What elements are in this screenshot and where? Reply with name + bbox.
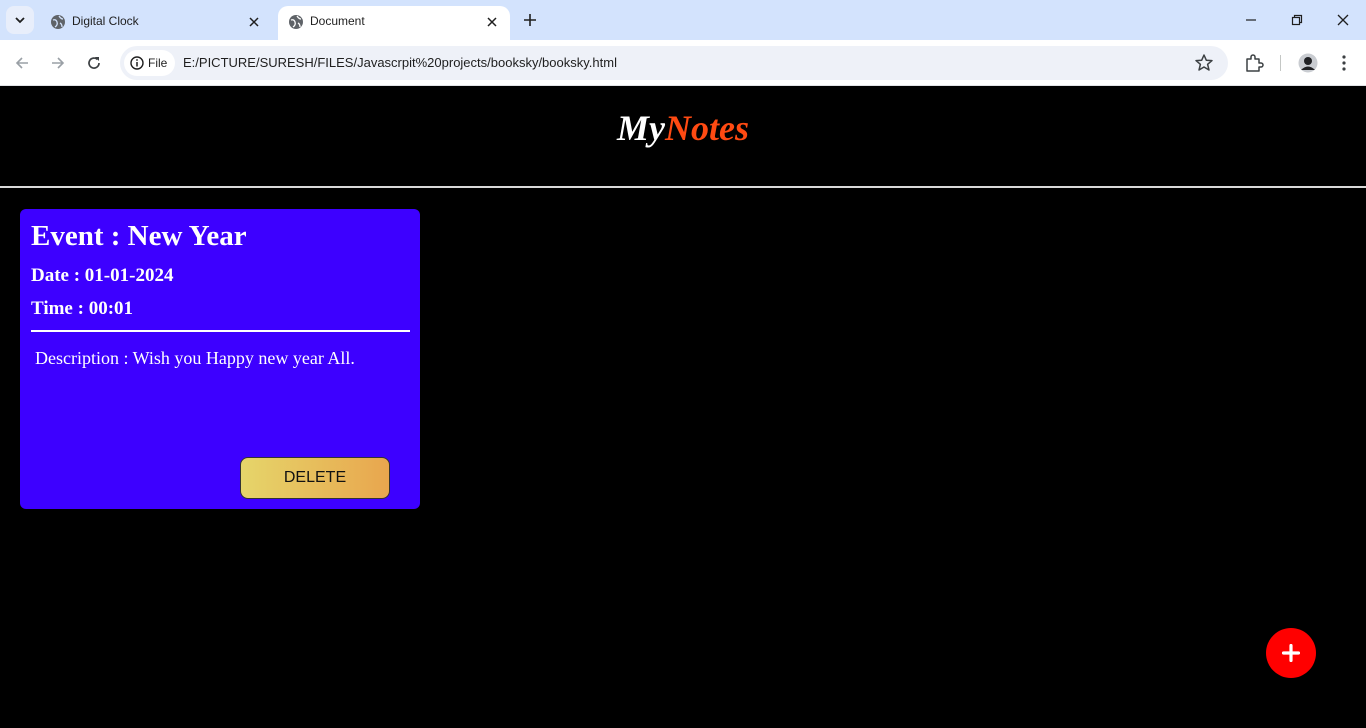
forward-button[interactable] xyxy=(44,49,72,77)
url-text[interactable]: E:/PICTURE/SURESH/FILES/Javascrpit%20pro… xyxy=(183,55,617,70)
restore-icon xyxy=(1291,14,1303,26)
new-tab-button[interactable] xyxy=(518,8,542,32)
note-divider xyxy=(31,330,410,332)
note-time: Time : 00:01 xyxy=(31,298,134,319)
note-date: Date : 01-01-2024 xyxy=(31,265,174,286)
restore-button[interactable] xyxy=(1283,6,1311,34)
tab-strip: Digital Clock Document xyxy=(0,0,1366,40)
menu-button[interactable] xyxy=(1333,52,1355,74)
plus-icon xyxy=(1282,644,1300,662)
minimize-icon xyxy=(1246,19,1256,21)
note-event: Event : New Year xyxy=(31,220,247,252)
tab-search-button[interactable] xyxy=(6,6,34,34)
page-content: MyNotes Event : New Year Date : 01-01-20… xyxy=(0,87,1366,728)
globe-icon xyxy=(51,15,65,29)
plus-icon xyxy=(524,14,536,26)
address-bar[interactable]: File E:/PICTURE/SURESH/FILES/Javascrpit%… xyxy=(120,46,1228,80)
delete-button[interactable]: DELETE xyxy=(240,457,390,499)
tab-digital-clock[interactable]: Digital Clock xyxy=(40,6,272,40)
browser-toolbar: File E:/PICTURE/SURESH/FILES/Javascrpit%… xyxy=(0,40,1366,86)
chevron-down-icon xyxy=(15,17,25,24)
note-description: Description : Wish you Happy new year Al… xyxy=(35,348,355,368)
note-card: Event : New Year Date : 01-01-2024 Time … xyxy=(20,209,420,509)
reload-icon xyxy=(88,57,100,69)
close-icon[interactable] xyxy=(244,12,264,32)
kebab-menu-icon xyxy=(1342,55,1346,71)
close-icon xyxy=(1337,14,1349,26)
extensions-button[interactable] xyxy=(1243,52,1265,74)
header-divider xyxy=(0,186,1366,188)
window-close-button[interactable] xyxy=(1329,6,1357,34)
reload-button[interactable] xyxy=(80,49,108,77)
brand-my: My xyxy=(617,108,665,148)
star-icon[interactable] xyxy=(1194,53,1214,73)
brand-notes: Notes xyxy=(665,108,749,148)
puzzle-icon xyxy=(1246,54,1264,72)
tab-title: Document xyxy=(310,14,365,28)
site-info-chip[interactable]: File xyxy=(124,50,176,76)
close-icon[interactable] xyxy=(482,12,502,32)
arrow-right-icon xyxy=(52,57,65,69)
toolbar-divider xyxy=(1280,55,1281,71)
minimize-button[interactable] xyxy=(1237,6,1265,34)
arrow-left-icon xyxy=(15,57,28,69)
page-title: MyNotes xyxy=(0,107,1366,149)
site-info-label: File xyxy=(148,56,168,70)
tab-document[interactable]: Document xyxy=(278,6,510,40)
profile-button[interactable] xyxy=(1297,52,1319,74)
globe-icon xyxy=(289,15,303,29)
info-icon xyxy=(130,56,144,70)
avatar xyxy=(1298,53,1318,73)
tab-title: Digital Clock xyxy=(72,14,139,28)
back-button[interactable] xyxy=(8,49,36,77)
add-note-button[interactable] xyxy=(1266,628,1316,678)
